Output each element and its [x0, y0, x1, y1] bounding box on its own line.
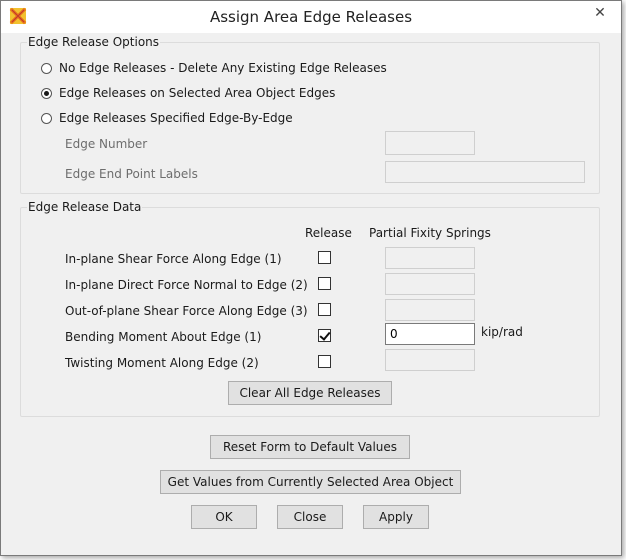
row-label-outofplane-shear: Out-of-plane Shear Force Along Edge (3)	[65, 304, 308, 318]
get-values-button[interactable]: Get Values from Currently Selected Area …	[160, 470, 461, 494]
window-title: Assign Area Edge Releases	[209, 8, 413, 26]
partial-fixity-springs-column-header: Partial Fixity Springs	[369, 226, 491, 240]
release-checkbox-inplane-direct[interactable]	[318, 277, 331, 290]
close-icon[interactable]: ✕	[587, 4, 613, 22]
dialog-window: Assign Area Edge Releases ✕ Edge Release…	[0, 0, 622, 556]
clear-all-edge-releases-button[interactable]: Clear All Edge Releases	[228, 381, 392, 405]
row-label-bending-moment: Bending Moment About Edge (1)	[65, 330, 262, 344]
release-checkbox-outofplane-shear[interactable]	[318, 303, 331, 316]
spring-field-inplane-shear[interactable]	[385, 247, 475, 269]
radio-selected-area-edges[interactable]	[41, 88, 52, 99]
edge-number-field[interactable]	[385, 131, 475, 155]
close-button[interactable]: Close	[277, 505, 343, 529]
release-column-header: Release	[305, 226, 352, 240]
edge-number-label: Edge Number	[65, 137, 148, 151]
release-checkbox-bending-moment[interactable]	[318, 329, 331, 342]
apply-button[interactable]: Apply	[363, 505, 429, 529]
spring-field-outofplane-shear[interactable]	[385, 299, 475, 321]
edge-release-options-legend: Edge Release Options	[28, 35, 160, 49]
radio-edge-by-edge[interactable]	[41, 113, 52, 124]
row-label-inplane-direct: In-plane Direct Force Normal to Edge (2)	[65, 278, 308, 292]
title-bar[interactable]: Assign Area Edge Releases ✕	[1, 1, 621, 33]
radio-edge-by-edge-label: Edge Releases Specified Edge-By-Edge	[59, 111, 293, 125]
release-checkbox-inplane-shear[interactable]	[318, 251, 331, 264]
release-checkbox-twisting-moment[interactable]	[318, 355, 331, 368]
edge-release-data-legend: Edge Release Data	[28, 200, 142, 214]
spring-unit-bending-moment: kip/rad	[481, 325, 523, 339]
radio-no-edge-releases-label: No Edge Releases - Delete Any Existing E…	[59, 61, 387, 75]
spring-field-twisting-moment[interactable]	[385, 349, 475, 371]
row-label-inplane-shear: In-plane Shear Force Along Edge (1)	[65, 252, 282, 266]
row-label-twisting-moment: Twisting Moment Along Edge (2)	[65, 356, 259, 370]
spring-field-inplane-direct[interactable]	[385, 273, 475, 295]
reset-form-button[interactable]: Reset Form to Default Values	[210, 435, 410, 459]
edge-end-point-labels-label: Edge End Point Labels	[65, 167, 198, 181]
radio-no-edge-releases[interactable]	[41, 63, 52, 74]
radio-selected-area-edges-label: Edge Releases on Selected Area Object Ed…	[59, 86, 336, 100]
spring-field-bending-moment[interactable]	[385, 323, 475, 345]
ok-button[interactable]: OK	[191, 505, 257, 529]
edge-end-point-labels-field[interactable]	[385, 161, 585, 183]
